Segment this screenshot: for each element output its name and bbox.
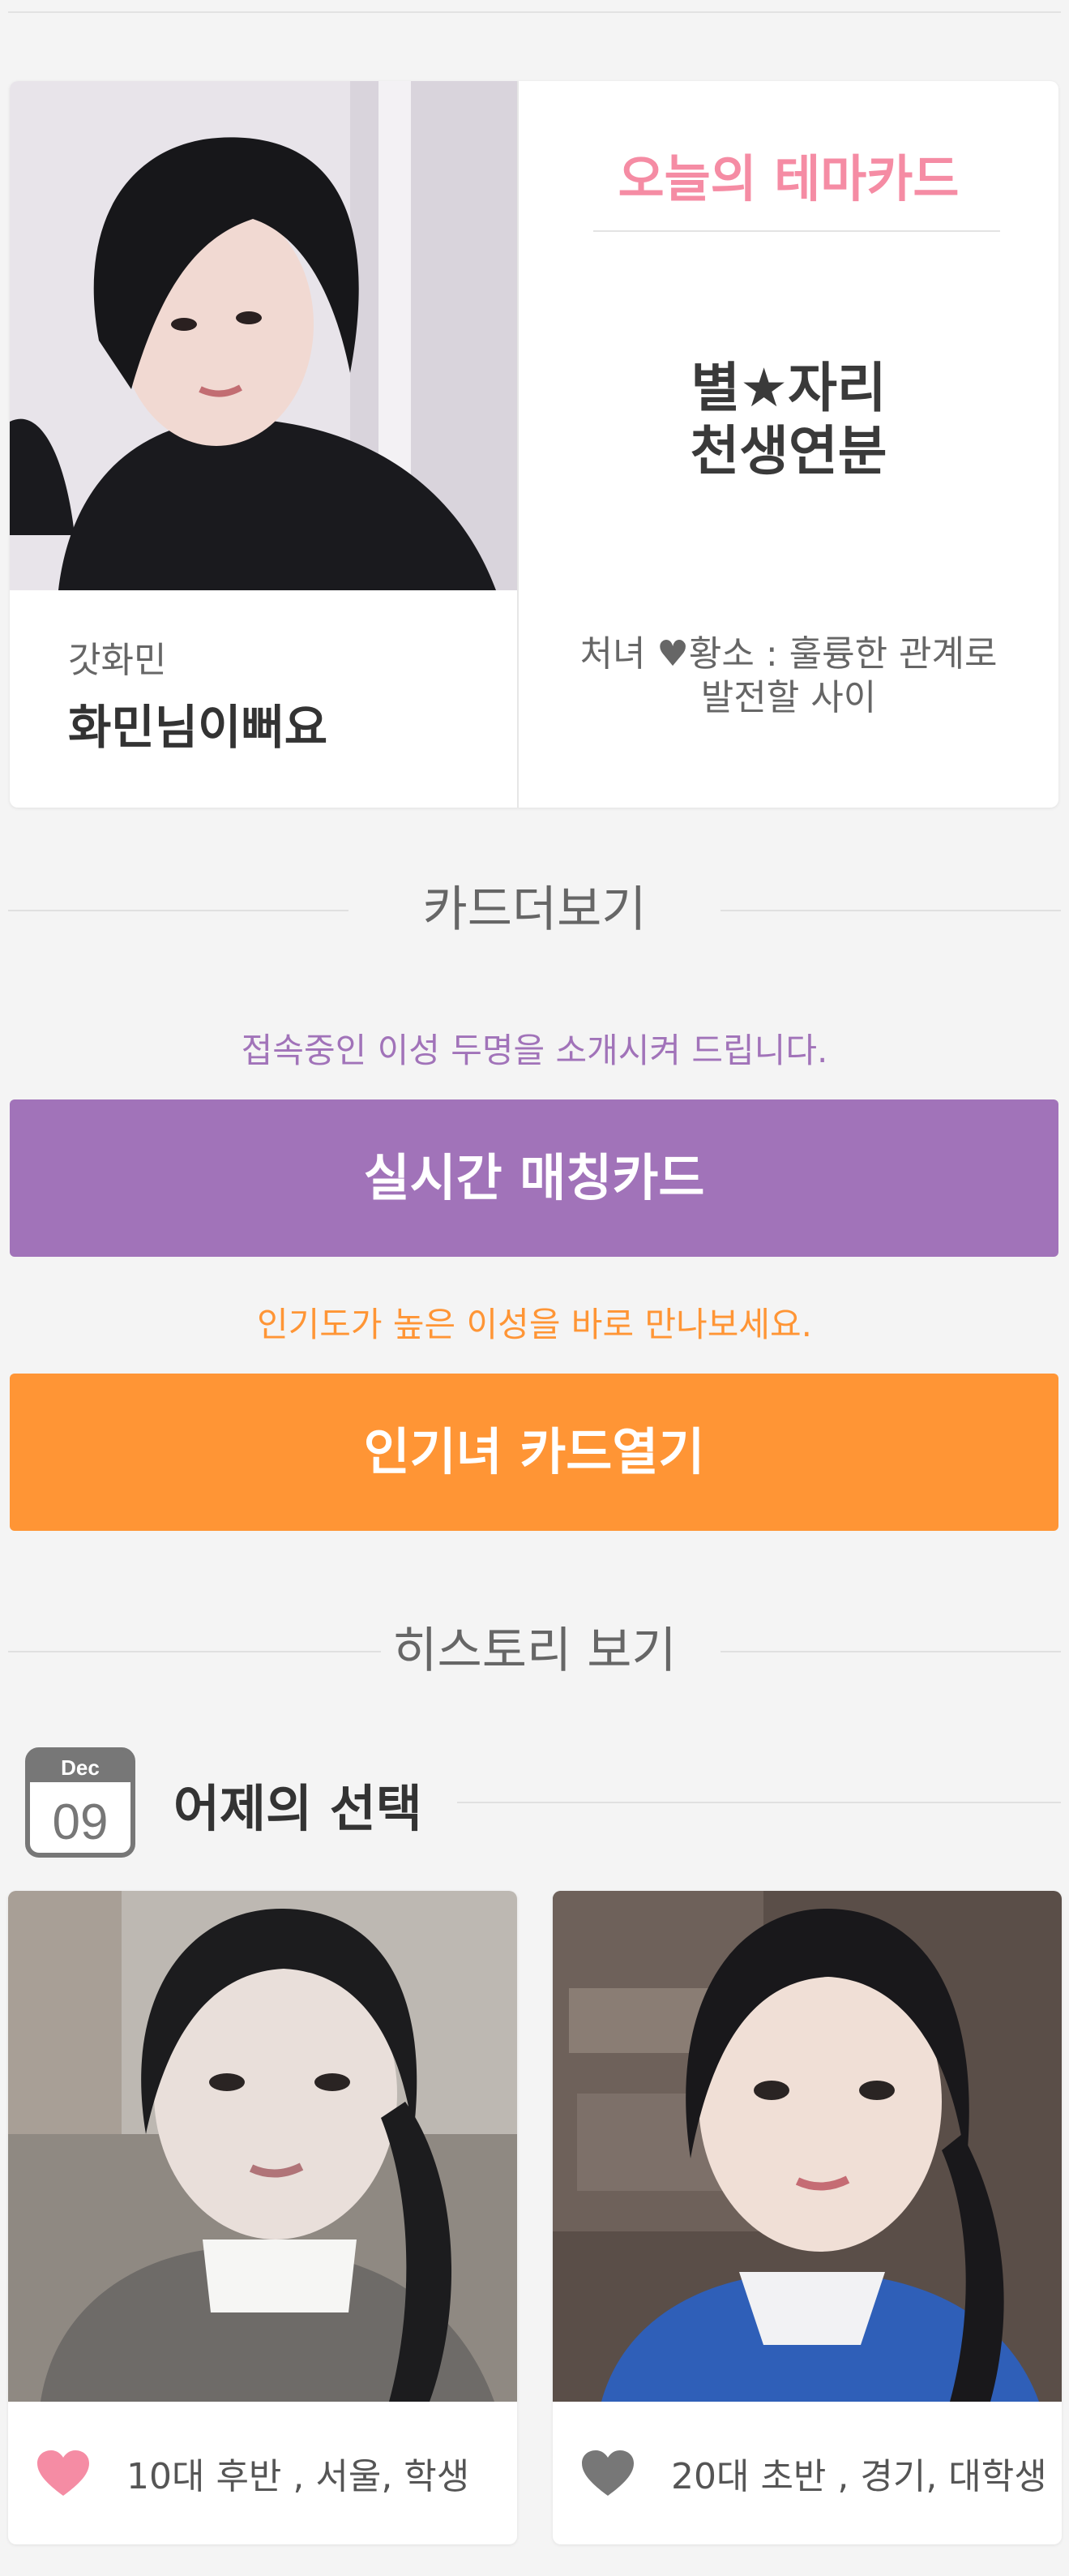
theme-name: 별★자리 천생연분 bbox=[690, 357, 887, 482]
heart-icon[interactable] bbox=[582, 2450, 634, 2497]
theme-card-info[interactable]: 오늘의 테마카드 별★자리 천생연분 처녀 ♥황소 : 훌륭한 관계로 발전할 … bbox=[519, 81, 1058, 808]
user-message: 화민님이뻐요 bbox=[68, 700, 328, 755]
theme-card[interactable]: 갓화민 화민님이뻐요 오늘의 테마카드 별★자리 천생연분 처녀 ♥황소 : 훌… bbox=[10, 81, 1058, 808]
calendar-month: Dec bbox=[61, 1755, 100, 1780]
theme-card-user[interactable]: 갓화민 화민님이뻐요 bbox=[10, 81, 517, 808]
theme-description: 처녀 ♥황소 : 훌륭한 관계로 발전할 사이 bbox=[579, 633, 998, 718]
popular-card-button[interactable]: 인기녀 카드열기 bbox=[10, 1374, 1058, 1531]
title-divider bbox=[593, 230, 1000, 232]
profile-photo[interactable] bbox=[10, 81, 517, 590]
history-card-text: 10대 후반 , 서울, 학생 bbox=[126, 2456, 470, 2497]
history-card[interactable]: 10대 후반 , 서울, 학생 bbox=[8, 1891, 517, 2544]
history-photo[interactable] bbox=[553, 1891, 1062, 2402]
calendar-day: 09 bbox=[53, 1794, 109, 1850]
history-card-info: 20대 초반 , 경기, 대학생 bbox=[553, 2402, 1062, 2544]
history-card-text: 20대 초반 , 경기, 대학생 bbox=[671, 2456, 1047, 2497]
user-nickname: 갓화민 bbox=[68, 640, 167, 681]
realtime-matching-button[interactable]: 실시간 매칭카드 bbox=[10, 1099, 1058, 1257]
yesterday-choice-title: 어제의 선택 bbox=[173, 1779, 422, 1838]
history-photo[interactable] bbox=[8, 1891, 517, 2402]
history-card-info: 10대 후반 , 서울, 학생 bbox=[8, 2402, 517, 2544]
popular-caption: 인기도가 높은 이성을 바로 만나보세요. bbox=[257, 1305, 812, 1344]
history-title-divider bbox=[457, 1802, 1061, 1803]
theme-card-title: 오늘의 테마카드 bbox=[618, 149, 960, 208]
card-more-title: 카드더보기 bbox=[422, 881, 647, 938]
history-header: 히스토리 보기 bbox=[8, 1618, 1061, 1683]
realtime-caption: 접속중인 이성 두명을 소개시켜 드립니다. bbox=[241, 1031, 828, 1070]
card-more-header: 카드더보기 bbox=[8, 877, 1061, 942]
top-divider bbox=[8, 11, 1061, 13]
calendar-icon: Dec 09 bbox=[25, 1747, 135, 1858]
history-card[interactable]: 20대 초반 , 경기, 대학생 bbox=[553, 1891, 1062, 2544]
heart-icon[interactable] bbox=[37, 2450, 89, 2497]
history-title: 히스토리 보기 bbox=[392, 1622, 677, 1679]
